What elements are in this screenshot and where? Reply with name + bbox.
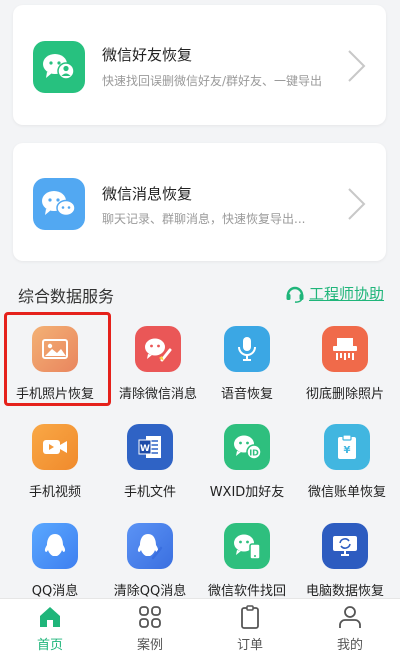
wechat-contacts-icon [33, 41, 85, 93]
service-label: 语音恢复 [220, 387, 273, 402]
wechat-app-icon [224, 523, 270, 569]
video-icon [32, 424, 78, 470]
card-subtitle: 聊天记录、群聊消息，快速恢复导出... [102, 212, 306, 226]
tab-label: 订单 [236, 638, 263, 653]
service-delete-photos[interactable]: 彻底删除照片 [295, 318, 395, 418]
wxid-icon: ID [224, 424, 270, 470]
shredder-icon [322, 326, 368, 372]
section-title: 综合数据服务 [18, 287, 115, 306]
service-label: 清除QQ消息 [113, 584, 187, 599]
word-file-icon: W [127, 424, 173, 470]
tab-cases[interactable]: 案例 [100, 599, 200, 656]
tab-mine[interactable]: 我的 [300, 599, 400, 656]
computer-icon [322, 523, 368, 569]
tab-orders[interactable]: 订单 [200, 599, 300, 656]
wechat-messages-icon [33, 178, 85, 230]
headset-icon [286, 286, 304, 303]
card-title: 微信消息恢复 [102, 185, 193, 203]
bill-icon: ¥ [324, 424, 370, 470]
service-label: 手机视频 [28, 485, 81, 500]
engineer-help-link[interactable]: 工程师协助 [285, 283, 384, 304]
wechat-message-recovery-card[interactable]: 微信消息恢复 聊天记录、群聊消息，快速恢复导出... [13, 143, 386, 261]
tab-label: 案例 [136, 638, 163, 653]
service-clean-wechat[interactable]: 清除微信消息 [108, 318, 208, 418]
selection-highlight [4, 312, 111, 406]
home-icon [40, 607, 60, 627]
svg-text:¥: ¥ [344, 445, 351, 456]
service-label: 微信账单恢复 [307, 485, 386, 500]
service-label: WXID加好友 [209, 485, 285, 500]
card-subtitle: 快速找回误删微信好友/群好友、一键导出 [102, 74, 323, 88]
service-label: 微信软件找回 [207, 584, 286, 599]
clean-qq-icon [127, 523, 173, 569]
clean-wechat-icon [135, 326, 181, 372]
tab-home[interactable]: 首页 [0, 599, 100, 656]
service-label: 电脑数据恢复 [305, 584, 384, 599]
service-label: 清除微信消息 [118, 387, 197, 402]
service-wxid-add-friend[interactable]: ID WXID加好友 [197, 416, 297, 516]
user-icon [339, 606, 361, 628]
service-voice-recovery[interactable]: 语音恢复 [197, 318, 297, 418]
service-phone-video[interactable]: 手机视频 [5, 416, 105, 516]
service-wechat-bill[interactable]: ¥ 微信账单恢复 [297, 416, 397, 516]
service-label: 彻底删除照片 [305, 387, 384, 402]
service-label: QQ消息 [31, 584, 79, 599]
chevron-right-icon [348, 188, 366, 220]
chevron-right-icon [348, 50, 366, 82]
service-label: 手机文件 [123, 485, 176, 500]
svg-text:W: W [140, 444, 150, 454]
tab-label: 我的 [336, 638, 363, 653]
service-phone-files[interactable]: W 手机文件 [100, 416, 200, 516]
svg-text:ID: ID [249, 449, 259, 458]
card-title: 微信好友恢复 [102, 46, 193, 64]
help-label: 工程师协助 [308, 285, 384, 303]
clipboard-icon [241, 605, 259, 629]
wechat-friend-recovery-card[interactable]: 微信好友恢复 快速找回误删微信好友/群好友、一键导出 [13, 5, 386, 125]
tab-label: 首页 [36, 638, 63, 653]
microphone-icon [224, 326, 270, 372]
grid-icon [139, 606, 161, 628]
qq-icon [32, 523, 78, 569]
bottom-tab-bar: 首页 案例 订单 我的 [0, 598, 400, 656]
